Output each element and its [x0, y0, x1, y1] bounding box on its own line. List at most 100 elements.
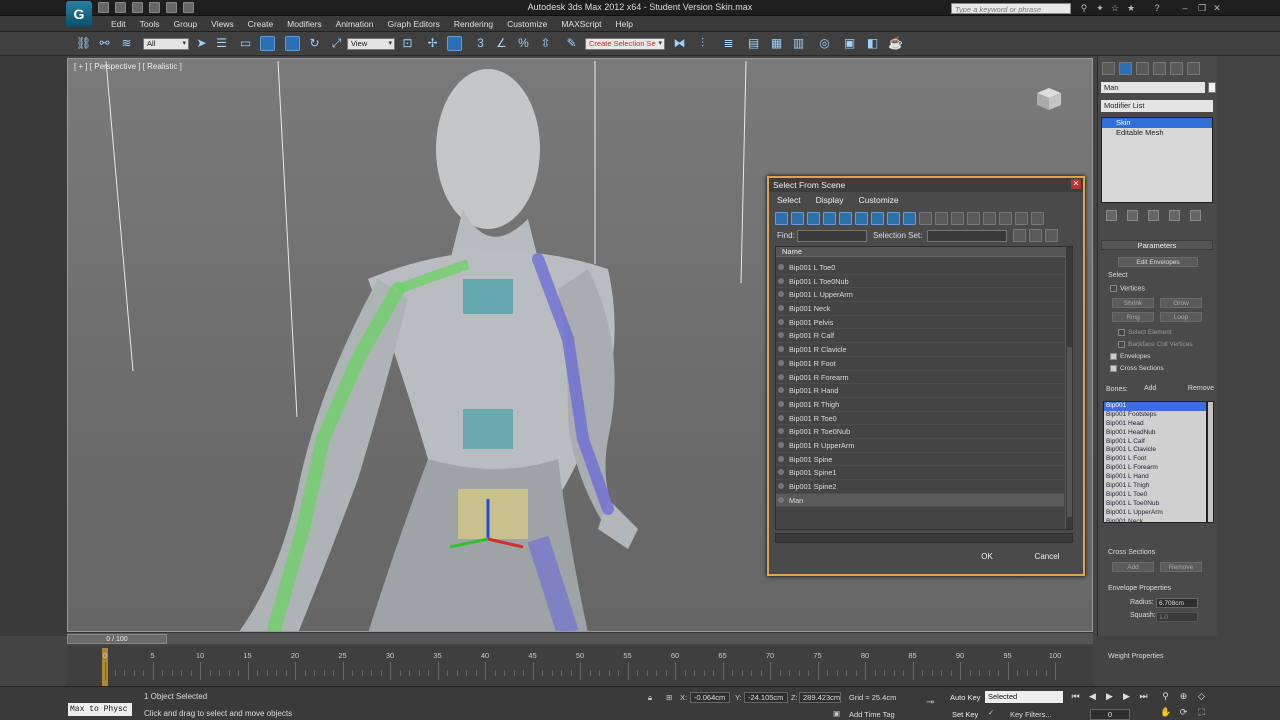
binoculars-icon[interactable]: ⚲ [1079, 3, 1089, 13]
lock-selection-icon[interactable]: 🔒︎ [648, 693, 652, 703]
display-spacewarps-icon[interactable] [855, 212, 868, 225]
scene-list-item[interactable]: Bip001 R Calf [776, 329, 1064, 344]
snaps-toggle-icon[interactable]: 3 [473, 36, 488, 51]
show-end-result-icon[interactable] [1127, 210, 1138, 221]
viewcube[interactable] [1030, 85, 1064, 115]
spinner-snap-icon[interactable]: ⇳ [538, 36, 553, 51]
menu-help[interactable]: Help [608, 18, 639, 30]
select-all-icon[interactable] [983, 212, 996, 225]
render-setup-icon[interactable]: ▣ [842, 36, 857, 51]
scene-list-item[interactable]: Bip001 R Toe0 [776, 412, 1064, 426]
previous-frame-icon[interactable]: ◀ [1087, 691, 1098, 702]
display-cameras-icon[interactable] [823, 212, 836, 225]
current-frame-field[interactable]: 0 [1090, 709, 1130, 720]
pin-stack-icon[interactable] [1106, 210, 1117, 221]
list-horizontal-scrollbar[interactable] [775, 533, 1073, 543]
menu-rendering[interactable]: Rendering [447, 18, 500, 30]
scene-list-item[interactable]: Bip001 R Thigh [776, 398, 1064, 412]
bone-list-item[interactable]: Bip001 L UpperArm [1104, 509, 1206, 518]
create-selection-set-icon[interactable] [1013, 229, 1026, 242]
remove-bone-button[interactable]: Remove [1178, 385, 1214, 392]
cross-sections-checkbox[interactable]: Cross Sections [1110, 365, 1164, 372]
edit-selection-set-icon[interactable] [1029, 229, 1042, 242]
filter-icon[interactable] [1015, 212, 1028, 225]
scene-list-item[interactable]: Bip001 Spine [776, 453, 1064, 467]
radius-spinner[interactable]: 6.708cm [1156, 598, 1198, 608]
percent-snap-icon[interactable]: % [516, 36, 531, 51]
scene-list-item[interactable]: Bip001 Spine1 [776, 466, 1064, 480]
maximize-viewport-icon[interactable]: ⛶ [1196, 707, 1207, 718]
help-search-input[interactable]: Type a keyword or phrase [951, 3, 1071, 14]
key-set-dropdown[interactable]: Selected [985, 691, 1063, 703]
close-icon[interactable]: ✕ [1212, 3, 1222, 13]
key-filters-button[interactable]: Key Filters... [1010, 710, 1052, 719]
remove-modifier-icon[interactable] [1169, 210, 1180, 221]
scene-list-item[interactable]: Bip001 Neck [776, 302, 1064, 316]
mirror-icon[interactable]: ⧓ [672, 36, 687, 51]
motion-tab-icon[interactable] [1153, 62, 1166, 75]
shrink-button[interactable]: Shrink [1112, 298, 1154, 308]
edit-named-selection-icon[interactable]: ✎ [564, 36, 579, 51]
cross-section-remove-button[interactable]: Remove [1160, 562, 1202, 572]
play-icon[interactable]: ▶ [1104, 691, 1115, 702]
bone-list-item[interactable]: Bip001 L Thigh [1104, 482, 1206, 491]
bone-list-item[interactable]: Bip001 L Calf [1104, 438, 1206, 447]
window-crossing-icon[interactable] [260, 36, 275, 51]
dialog-menu-display[interactable]: Display [816, 194, 853, 208]
menu-animation[interactable]: Animation [329, 18, 381, 30]
scene-list-item[interactable]: Bip001 R Toe0Nub [776, 425, 1064, 439]
display-xrefs-icon[interactable] [887, 212, 900, 225]
absolute-mode-icon[interactable]: ⊞ [666, 693, 672, 702]
display-none-icon[interactable] [935, 212, 948, 225]
select-object-icon[interactable]: ➤ [194, 36, 209, 51]
add-time-tag-button[interactable]: Add Time Tag [849, 710, 895, 719]
scene-list-item[interactable]: Bip001 L Toe0 [776, 261, 1064, 275]
display-bones-icon[interactable] [903, 212, 916, 225]
bone-list-item[interactable]: Bip001 L Foot [1104, 455, 1206, 464]
scene-list-item[interactable]: Bip001 R Foot [776, 357, 1064, 371]
display-invert-icon[interactable] [951, 212, 964, 225]
ring-button[interactable]: Ring [1112, 312, 1154, 322]
select-and-move-icon[interactable] [285, 36, 300, 51]
menu-group[interactable]: Group [167, 18, 205, 30]
selection-filter-dropdown[interactable]: All [143, 38, 189, 50]
dialog-menu-select[interactable]: Select [777, 194, 810, 208]
y-coordinate-field[interactable]: -24.105cm [744, 692, 788, 703]
manipulate-icon[interactable]: ✢ [425, 36, 440, 51]
pivot-center-icon[interactable]: ⊡ [400, 36, 415, 51]
scene-list-item[interactable]: Bip001 Spine2 [776, 480, 1064, 494]
auto-key-button[interactable]: Auto Key [950, 693, 980, 702]
scene-list-item[interactable]: Bip001 L Toe0Nub [776, 275, 1064, 289]
utilities-tab-icon[interactable] [1187, 62, 1200, 75]
menu-create[interactable]: Create [241, 18, 281, 30]
time-slider-thumb[interactable]: 0 / 100 [67, 634, 167, 644]
select-by-name-icon[interactable]: ☰ [214, 36, 229, 51]
scene-list-item[interactable]: Bip001 R Forearm [776, 371, 1064, 385]
create-tab-icon[interactable] [1102, 62, 1115, 75]
edit-envelopes-button[interactable]: Edit Envelopes [1118, 257, 1198, 267]
menu-modifiers[interactable]: Modifiers [280, 18, 328, 30]
loop-button[interactable]: Loop [1160, 312, 1202, 322]
minimize-icon[interactable]: – [1180, 3, 1190, 13]
bone-list-item[interactable]: Bip001 L Forearm [1104, 464, 1206, 473]
zoom-icon[interactable]: ⚲ [1160, 691, 1171, 702]
envelopes-checkbox[interactable]: Envelopes [1110, 353, 1150, 360]
time-tag-icon[interactable]: ▣ [833, 709, 840, 718]
maxscript-listener-input[interactable]: Max to Physc [68, 703, 132, 716]
object-name-field[interactable]: Man [1101, 82, 1205, 93]
layer-manager-icon[interactable]: ≣ [721, 36, 736, 51]
scene-list-item[interactable]: Bip001 Pelvis [776, 316, 1064, 330]
object-color-swatch[interactable] [1208, 82, 1216, 93]
x-coordinate-field[interactable]: -0.064cm [690, 692, 730, 703]
parameters-rollout[interactable]: Parameters [1101, 240, 1213, 250]
display-groups-icon[interactable] [871, 212, 884, 225]
dialog-title[interactable]: Select From Scene [769, 178, 1083, 192]
schematic-view-icon[interactable]: ▥ [791, 36, 806, 51]
name-column-header[interactable]: Name [776, 247, 1072, 257]
named-selection-dropdown[interactable]: Create Selection Se [585, 38, 665, 50]
display-shapes-icon[interactable] [791, 212, 804, 225]
unlink-icon[interactable]: ⚯ [97, 36, 112, 51]
make-unique-icon[interactable] [1148, 210, 1159, 221]
curve-editor-icon[interactable]: ▦ [769, 36, 784, 51]
stack-item-editable-mesh[interactable]: Editable Mesh [1102, 128, 1212, 138]
